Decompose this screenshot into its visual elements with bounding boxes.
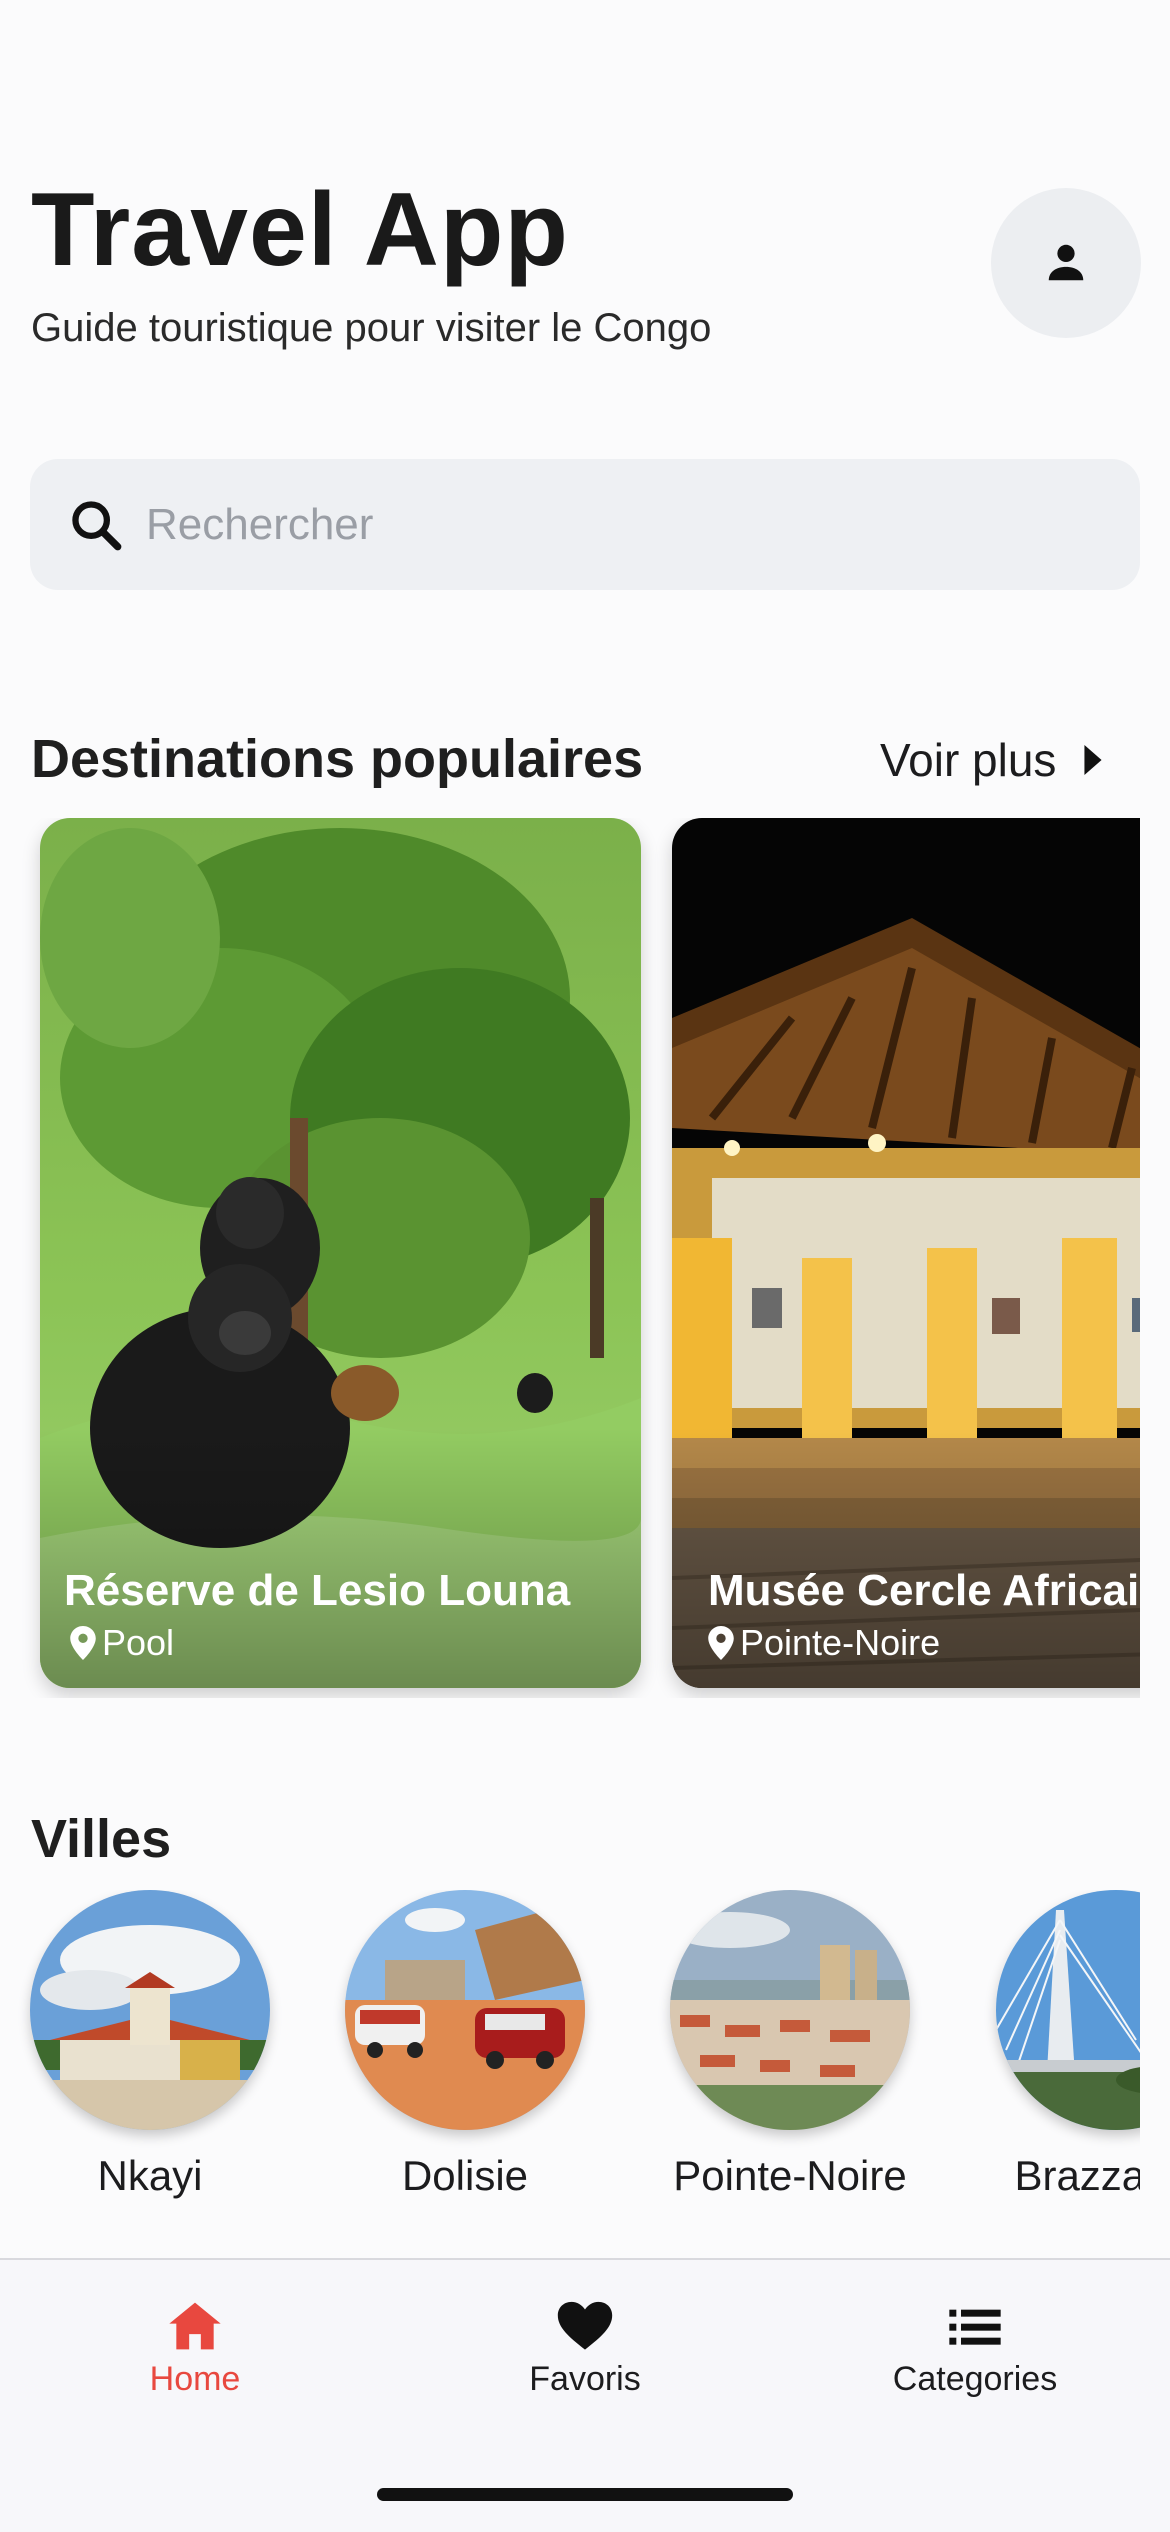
home-screen: Travel App Guide touristique pour visite… — [0, 0, 1170, 2532]
destination-title: Musée Cercle Africain — [708, 1566, 1140, 1615]
nav-home-label: Home — [149, 2360, 241, 2398]
search-icon — [66, 495, 126, 555]
person-icon — [1048, 244, 1084, 281]
see-more-label: Voir plus — [880, 734, 1057, 786]
destinations-carousel[interactable]: Réserve de Lesio Louna Pool Musée Cercle… — [0, 818, 1140, 1698]
city-item[interactable]: Dolisie — [345, 1890, 585, 2200]
city-item[interactable]: Pointe-Noire — [670, 1890, 910, 2200]
nav-home[interactable]: Home — [85, 2300, 305, 2399]
city-image — [345, 1890, 585, 2130]
destination-card[interactable]: Réserve de Lesio Louna Pool — [40, 818, 641, 1688]
city-name: Brazzaville — [1014, 2152, 1140, 2199]
nav-categories[interactable]: Categories — [865, 2300, 1085, 2399]
nav-favorites-label: Favoris — [529, 2360, 641, 2398]
nav-categories-label: Categories — [892, 2360, 1058, 2398]
home-indicator[interactable] — [377, 2488, 793, 2501]
destination-location-label: Pool — [102, 1622, 175, 1663]
location-pin-icon — [70, 1626, 96, 1660]
cities-section-title: Villes — [31, 1809, 172, 1869]
destination-location: Pointe-Noire — [708, 1622, 940, 1664]
city-image — [996, 1890, 1140, 2130]
app-title: Travel App — [31, 172, 569, 288]
chevron-right-icon — [1084, 745, 1103, 775]
app-subtitle: Guide touristique pour visiter le Congo — [31, 306, 712, 350]
cities-carousel[interactable]: Nkayi Dolisie Pointe-Noire Brazza — [0, 1890, 1140, 2220]
city-image — [670, 1890, 910, 2130]
destination-card[interactable]: Musée Cercle Africain Pointe-Noire — [672, 818, 1140, 1688]
destination-location-label: Pointe-Noire — [740, 1622, 941, 1663]
destination-title: Réserve de Lesio Louna — [64, 1566, 571, 1615]
city-name: Nkayi — [97, 2152, 203, 2199]
city-item[interactable]: Brazzaville — [996, 1890, 1140, 2200]
destination-location: Pool — [70, 1622, 174, 1664]
city-image — [30, 1890, 270, 2130]
city-item[interactable]: Nkayi — [30, 1890, 270, 2200]
search-input[interactable] — [146, 499, 1046, 550]
heart-icon — [557, 2301, 613, 2350]
city-name: Pointe-Noire — [673, 2152, 907, 2199]
popular-section-title: Destinations populaires — [31, 729, 644, 789]
list-icon — [949, 2309, 1001, 2345]
location-pin-icon — [708, 1626, 734, 1660]
see-more-link[interactable]: Voir plus — [880, 730, 1104, 790]
home-icon — [169, 2302, 221, 2350]
search-bar[interactable] — [30, 459, 1140, 590]
city-name: Dolisie — [401, 2152, 529, 2199]
nav-favorites[interactable]: Favoris — [475, 2300, 695, 2399]
profile-button[interactable] — [991, 188, 1141, 338]
